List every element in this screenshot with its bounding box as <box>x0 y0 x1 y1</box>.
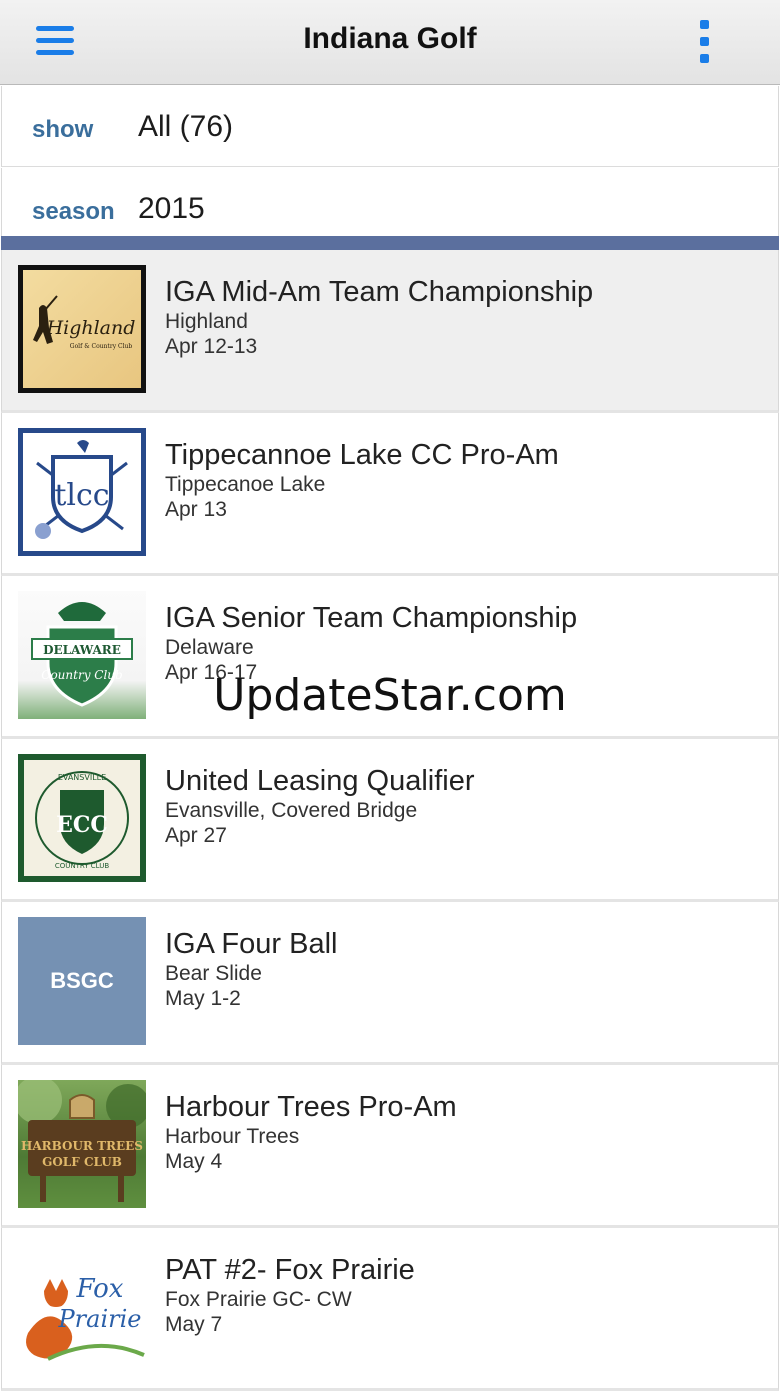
harbour-trees-logo: HARBOUR TREES GOLF CLUB <box>18 1080 146 1208</box>
bsgc-logo: BSGC <box>18 917 146 1045</box>
nav-bar: Indiana Golf <box>0 0 780 85</box>
event-title: IGA Senior Team Championship <box>165 602 578 634</box>
highland-logo-subtext: Golf & Country Club <box>70 343 133 350</box>
event-course: Evansville, Covered Bridge <box>165 799 418 822</box>
delaware-logo-text: DELAWARE <box>43 643 121 657</box>
evansville-logo-subtext: COUNTRY CLUB <box>55 862 110 870</box>
delaware-logo-subtext: Country Club <box>41 668 122 682</box>
event-title: Harbour Trees Pro-Am <box>165 1091 457 1123</box>
harbour-trees-logo-text: HARBOUR TREES <box>21 1139 143 1153</box>
fox-prairie-logo-text: Fox <box>76 1274 124 1304</box>
event-date: May 1-2 <box>165 987 241 1010</box>
event-course: Delaware <box>165 636 254 659</box>
tippecanoe-logo-text: tlcc <box>54 478 109 513</box>
fox-prairie-logo: Fox Prairie <box>18 1243 146 1371</box>
event-course: Fox Prairie GC- CW <box>165 1288 352 1311</box>
evansville-logo-text: ECC <box>56 812 108 838</box>
event-row-iga-four-ball[interactable]: BSGC IGA Four Ball Bear Slide May 1-2 <box>1 902 779 1065</box>
event-title: United Leasing Qualifier <box>165 765 475 797</box>
evansville-logo-toptext: EVANSVILLE <box>58 773 106 782</box>
highland-logo-text: Highland <box>46 317 136 339</box>
event-row-tippecanoe[interactable]: tlcc Tippecannoe Lake CC Pro-Am Tippecan… <box>1 413 779 576</box>
more-options-icon[interactable] <box>698 20 712 64</box>
event-row-iga-mid-am[interactable]: Highland Golf & Country Club IGA Mid-Am … <box>1 250 779 413</box>
evansville-logo: EVANSVILLE ECC COUNTRY CLUB <box>18 754 146 882</box>
bsgc-logo-text: BSGC <box>50 968 114 993</box>
season-label: season <box>32 198 115 225</box>
event-course: Bear Slide <box>165 962 262 985</box>
event-date: Apr 27 <box>165 824 227 847</box>
show-filter-row[interactable]: show All (76) <box>1 86 779 167</box>
event-course: Highland <box>165 310 248 333</box>
event-title: IGA Mid-Am Team Championship <box>165 276 594 308</box>
event-list: Highland Golf & Country Club IGA Mid-Am … <box>1 250 779 1391</box>
show-label: show <box>32 116 94 143</box>
fox-prairie-logo-subtext: Prairie <box>58 1305 142 1333</box>
event-course: Tippecanoe Lake <box>165 473 326 496</box>
tippecanoe-logo: tlcc <box>18 428 146 556</box>
section-divider <box>1 236 779 250</box>
delaware-logo: DELAWARE Country Club <box>18 591 146 719</box>
event-title: PAT #2- Fox Prairie <box>165 1254 415 1286</box>
highland-logo: Highland Golf & Country Club <box>18 265 146 393</box>
event-row-united-leasing[interactable]: EVANSVILLE ECC COUNTRY CLUB United Leasi… <box>1 739 779 902</box>
event-date: Apr 13 <box>165 498 227 521</box>
event-title: Tippecannoe Lake CC Pro-Am <box>165 439 559 471</box>
event-row-harbour-trees[interactable]: HARBOUR TREES GOLF CLUB Harbour Trees Pr… <box>1 1065 779 1228</box>
season-value: 2015 <box>138 192 205 225</box>
event-row-pat-2-fox-prairie[interactable]: Fox Prairie PAT #2- Fox Prairie Fox Prai… <box>1 1228 779 1391</box>
event-date: Apr 12-13 <box>165 335 258 358</box>
event-date: Apr 16-17 <box>165 661 258 684</box>
season-filter-row[interactable]: season 2015 <box>1 168 779 236</box>
show-value: All (76) <box>138 110 234 143</box>
event-course: Harbour Trees <box>165 1125 300 1148</box>
event-date: May 4 <box>165 1150 223 1173</box>
page-title: Indiana Golf <box>303 22 477 55</box>
event-row-iga-senior[interactable]: DELAWARE Country Club IGA Senior Team Ch… <box>1 576 779 739</box>
event-title: IGA Four Ball <box>165 928 338 960</box>
harbour-trees-logo-subtext: GOLF CLUB <box>42 1155 122 1169</box>
event-date: May 7 <box>165 1313 223 1336</box>
